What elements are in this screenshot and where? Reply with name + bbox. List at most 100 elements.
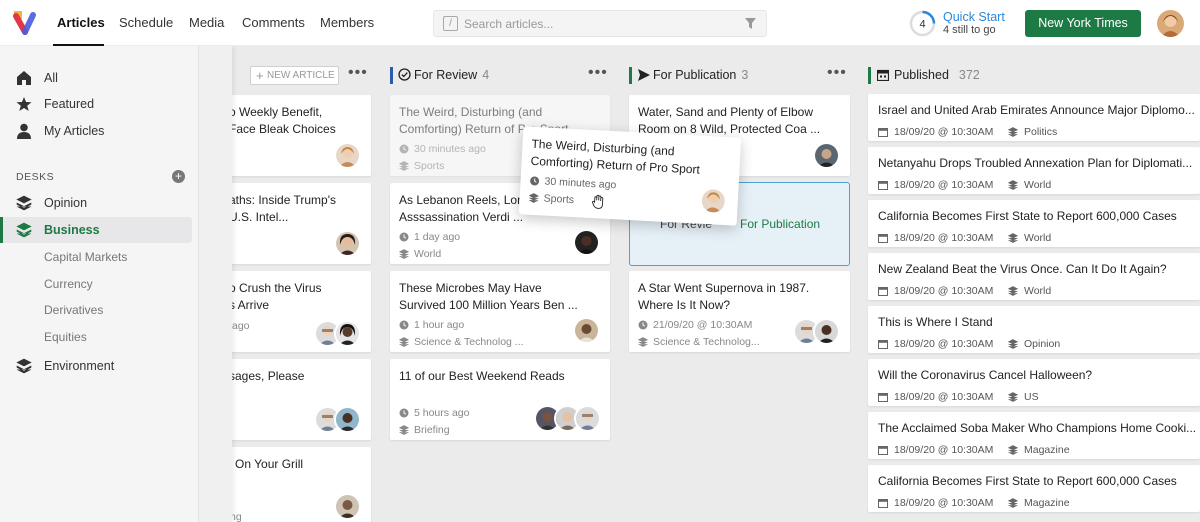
card-title-line: Where Is It Now? xyxy=(638,298,731,312)
review-card-3[interactable]: These Microbes May Have Survived 100 Mill… xyxy=(390,271,610,352)
card-section: Magazine xyxy=(1008,444,1070,456)
avatar xyxy=(334,230,361,257)
layers-icon xyxy=(399,337,409,347)
review-card-4[interactable]: 11 of our Best Weekend Reads 5 hours ago… xyxy=(390,359,610,440)
sidebar-item-label: Environment xyxy=(44,359,115,373)
card-title: Israel and United Arab Emirates Announce… xyxy=(878,103,1195,117)
desks-heading: DESKS xyxy=(16,171,55,183)
sidebar-item-featured[interactable]: Featured xyxy=(0,91,192,117)
column-accent xyxy=(390,67,393,84)
card-time-text: 30 minutes ago xyxy=(414,143,486,155)
new-article-button[interactable]: + NEW ARTICLE xyxy=(250,66,339,85)
sidebar-item-label: All xyxy=(44,71,58,85)
card-section-text: Magazine xyxy=(1024,497,1070,509)
card-title-line: Survived 100 Million Years Ben ... xyxy=(399,298,578,312)
tab-comments[interactable]: Comments xyxy=(242,15,305,30)
card-section: Briefing xyxy=(399,424,450,436)
organization-button[interactable]: New York Times xyxy=(1025,10,1141,37)
card-title-line: Asssassination Verdi ... xyxy=(399,210,524,224)
search-placeholder: Search articles... xyxy=(464,17,554,31)
calendar-icon xyxy=(878,393,888,402)
active-tab-indicator xyxy=(53,44,104,46)
clock-icon xyxy=(530,176,540,186)
sidebar-subitem-currency[interactable]: Currency xyxy=(44,277,93,291)
tab-articles[interactable]: Articles xyxy=(57,15,105,30)
quick-start-progress-ring[interactable]: 4 xyxy=(909,10,936,37)
quick-start-title[interactable]: Quick Start xyxy=(943,10,1005,24)
sidebar-item-all[interactable]: All xyxy=(0,65,192,91)
published-card[interactable]: New Zealand Beat the Virus Once. Can It … xyxy=(868,253,1200,300)
published-card[interactable]: California Becomes First State to Report… xyxy=(868,465,1200,512)
card-time-text: 1 hour ago xyxy=(414,319,465,331)
home-icon xyxy=(17,71,31,85)
card-section-text: World xyxy=(1024,285,1052,297)
card-date: 18/09/20 @ 10:30AM xyxy=(878,338,993,350)
publication-card-2[interactable]: A Star Went Supernova in 1987. Where Is I… xyxy=(629,271,850,352)
card-title-line: Face Bleak Choices xyxy=(229,122,336,136)
card-title-line: U.S. Intel... xyxy=(229,210,289,224)
card-title-line: Water, Sand and Plenty of Elbow xyxy=(638,105,813,119)
card-title: 11 of our Best Weekend Reads xyxy=(399,369,565,383)
card-date-text: 18/09/20 @ 10:30AM xyxy=(894,391,994,403)
tab-schedule[interactable]: Schedule xyxy=(119,15,173,30)
published-column-header: Published 372 xyxy=(868,66,1200,86)
card-time: ago xyxy=(232,320,250,332)
published-card[interactable]: This is Where I Stand 18/09/20 @ 10:30AM O… xyxy=(868,306,1200,353)
published-card[interactable]: Will the Coronavirus Cancel Halloween? 18… xyxy=(868,359,1200,406)
sidebar-item-my-articles[interactable]: My Articles xyxy=(0,118,192,144)
calendar-icon xyxy=(878,181,888,190)
sidebar-item-business[interactable]: Business xyxy=(0,217,192,243)
sidebar-subitem-equities[interactable]: Equities xyxy=(44,330,87,344)
card-date: 18/09/20 @ 10:30AM xyxy=(878,179,993,191)
card-title: These Microbes May Have Survived 100 Mill… xyxy=(399,280,600,314)
user-avatar[interactable] xyxy=(1157,10,1184,37)
search-input[interactable]: / Search articles... xyxy=(433,10,767,37)
calendar-icon xyxy=(878,340,888,349)
clock-icon xyxy=(399,144,409,154)
card-date: 18/09/20 @ 10:30AM xyxy=(878,391,993,403)
filter-icon[interactable] xyxy=(745,18,756,30)
published-card[interactable]: California Becomes First State to Report… xyxy=(868,200,1200,247)
app-logo[interactable] xyxy=(13,10,37,36)
grab-cursor-icon xyxy=(592,194,604,209)
dragged-card[interactable]: The Weird, Disturbing (and Comforting) Re… xyxy=(518,126,742,226)
sidebar-item-opinion[interactable]: Opinion xyxy=(0,190,192,216)
sidebar: All Featured My Articles DESKS + Opinion… xyxy=(0,46,232,522)
sidebar-subitem-capital-markets[interactable]: Capital Markets xyxy=(44,250,127,264)
clock-icon xyxy=(399,232,409,242)
sidebar-subitem-derivatives[interactable]: Derivatives xyxy=(44,303,103,317)
star-icon xyxy=(16,97,32,111)
avatar xyxy=(334,142,361,169)
card-date: 18/09/20 @ 10:30AM xyxy=(878,444,993,456)
card-title: Netanyahu Drops Troubled Annexation Plan… xyxy=(878,156,1193,170)
check-circle-icon xyxy=(398,68,411,81)
calendar-icon xyxy=(878,287,888,296)
column-title-wrap: For Publication 3 xyxy=(653,68,748,82)
more-icon[interactable]: ••• xyxy=(827,64,847,82)
card-section: Magazine xyxy=(1008,497,1070,509)
sidebar-edge xyxy=(198,46,232,522)
published-card[interactable]: The Acclaimed Soba Maker Who Champions H… xyxy=(868,412,1200,459)
card-section: Politics xyxy=(1008,126,1057,138)
card-title: o Weekly Benefit, Face Bleak Choices xyxy=(229,104,361,138)
card-section: World xyxy=(1008,285,1051,297)
draft-column-menu[interactable]: ••• xyxy=(340,64,370,86)
quick-start-count: 4 xyxy=(919,19,925,31)
published-card[interactable]: Israel and United Arab Emirates Announce… xyxy=(868,94,1200,141)
card-title-line: aths: Inside Trump's xyxy=(229,193,337,207)
kanban-board: All Featured My Articles DESKS + Opinion… xyxy=(0,46,1200,522)
card-date: 18/09/20 @ 10:30AM xyxy=(878,232,993,244)
column-title-wrap: For Review 4 xyxy=(414,68,489,82)
card-date-text: 18/09/20 @ 10:30AM xyxy=(894,179,994,191)
sidebar-item-label: My Articles xyxy=(44,124,105,138)
sidebar-item-environment[interactable]: Environment xyxy=(0,353,192,379)
sidebar-item-label: Opinion xyxy=(44,196,88,210)
tab-media[interactable]: Media xyxy=(189,15,224,30)
layers-icon xyxy=(16,195,32,211)
card-section: Sports xyxy=(399,160,444,172)
avatar xyxy=(699,186,728,216)
more-icon[interactable]: ••• xyxy=(588,64,608,82)
add-desk-button[interactable]: + xyxy=(172,170,185,183)
published-card[interactable]: Netanyahu Drops Troubled Annexation Plan… xyxy=(868,147,1200,194)
tab-members[interactable]: Members xyxy=(320,15,374,30)
